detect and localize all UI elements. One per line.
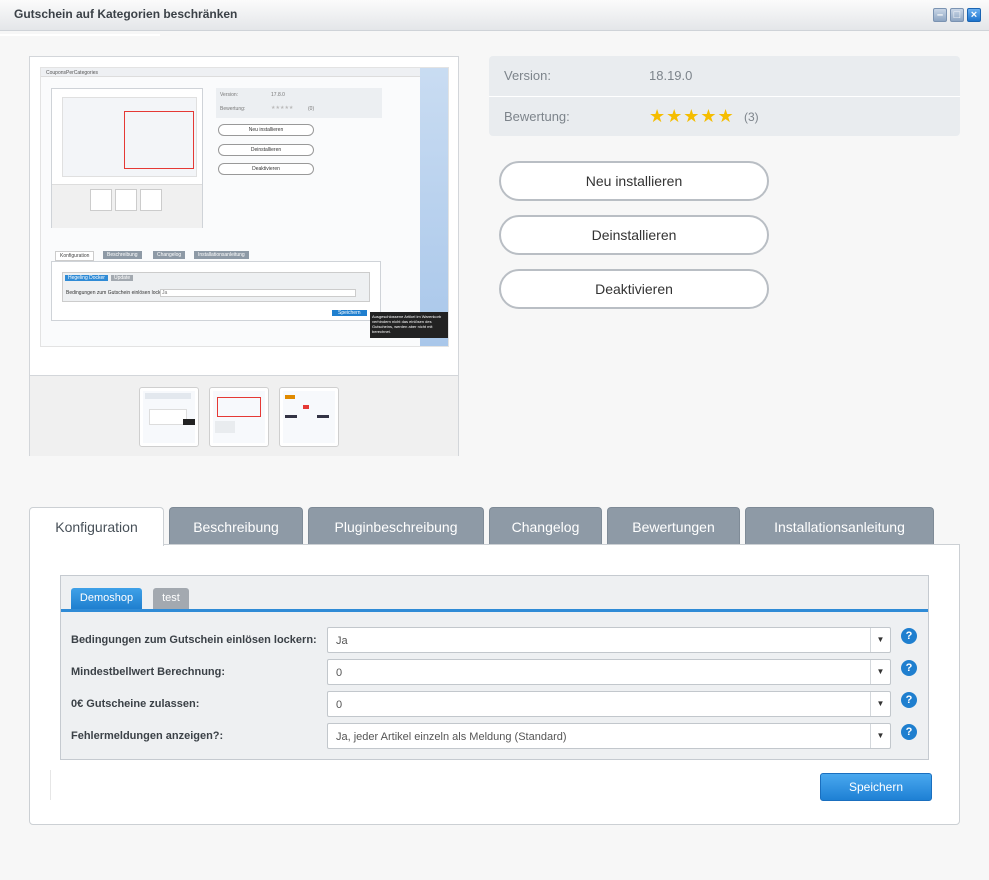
- config-row-error-messages: Fehlermeldungen anzeigen?: Ja, jeder Art…: [61, 722, 928, 754]
- plugin-info-box: Version: 18.19.0 Bewertung: ★★★★★ (3): [489, 56, 960, 136]
- chevron-down-icon[interactable]: ▼: [870, 660, 890, 684]
- rating-stars: ★★★★★: [649, 106, 735, 126]
- mini-gallery: [51, 88, 203, 228]
- config-row-zero-coupons: 0€ Gutscheine zulassen: 0 ▼ ?: [61, 690, 928, 722]
- tab-konfiguration[interactable]: Konfiguration: [29, 507, 164, 546]
- field-value: Ja, jeder Artikel einzeln als Meldung (S…: [336, 731, 567, 743]
- mini-tooltip: Ausgeschlossene Artikel im Warenkorb ver…: [370, 312, 448, 338]
- mini-deactivate: Deaktivieren: [218, 163, 314, 175]
- conditions-select[interactable]: Ja ▼: [327, 627, 891, 653]
- tab-bewertungen[interactable]: Bewertungen: [607, 507, 740, 545]
- field-label: Bedingungen zum Gutschein einlösen locke…: [71, 634, 317, 646]
- title-underline: [0, 34, 160, 36]
- chevron-down-icon[interactable]: ▼: [870, 724, 890, 748]
- chevron-down-icon[interactable]: ▼: [870, 628, 890, 652]
- save-bar-divider: [50, 770, 51, 800]
- field-label: Fehlermeldungen anzeigen?:: [71, 730, 224, 742]
- help-icon[interactable]: ?: [901, 660, 917, 676]
- mini-infobox: Version: 17.8.0 Bewertung: ★★★★★ (0): [216, 88, 382, 118]
- version-value: 18.19.0: [649, 68, 693, 83]
- window-title: Gutschein auf Kategorien beschränken: [14, 7, 238, 21]
- mini-uninstall: Deinstallieren: [218, 144, 314, 156]
- version-row: Version: 18.19.0: [489, 56, 960, 96]
- config-row-min-value: Mindestbellwert Berechnung: 0 ▼ ?: [61, 658, 928, 690]
- tab-changelog[interactable]: Changelog: [489, 507, 602, 545]
- help-icon[interactable]: ?: [901, 692, 917, 708]
- version-label: Version:: [504, 68, 551, 83]
- shop-tab-underline: [61, 609, 928, 612]
- uninstall-button[interactable]: Deinstallieren: [499, 215, 769, 255]
- field-label: Mindestbellwert Berechnung:: [71, 666, 226, 678]
- field-label: 0€ Gutscheine zulassen:: [71, 698, 200, 710]
- shop-tab-demoshop[interactable]: Demoshop: [71, 588, 142, 609]
- rating-row: Bewertung: ★★★★★ (3): [489, 96, 960, 136]
- mini-config-panel: Hegeling Docker Update Bedingungen zum G…: [51, 261, 381, 321]
- field-value: 0: [336, 667, 343, 679]
- thumbnail-2[interactable]: [209, 387, 269, 447]
- zero-coupons-select[interactable]: 0 ▼: [327, 691, 891, 717]
- thumbnail-1[interactable]: [139, 387, 199, 447]
- help-icon[interactable]: ?: [901, 724, 917, 740]
- config-panel: Demoshop test Bedingungen zum Gutschein …: [60, 575, 929, 760]
- tab-pluginbeschreibung[interactable]: Pluginbeschreibung: [308, 507, 484, 545]
- error-messages-select[interactable]: Ja, jeder Artikel einzeln als Meldung (S…: [327, 723, 891, 749]
- thumbnail-strip: [30, 375, 458, 456]
- field-value: Ja: [336, 635, 348, 647]
- thumbnail-3[interactable]: [279, 387, 339, 447]
- mini-title: CouponsPerCategories: [46, 70, 98, 76]
- reinstall-button[interactable]: Neu installieren: [499, 161, 769, 201]
- field-value: 0: [336, 699, 343, 711]
- chevron-down-icon[interactable]: ▼: [870, 692, 890, 716]
- mini-reinstall: Neu installieren: [218, 124, 314, 136]
- maximize-icon[interactable]: □: [950, 8, 964, 22]
- close-icon[interactable]: ×: [967, 8, 981, 22]
- tab-installationsanleitung[interactable]: Installationsanleitung: [745, 507, 934, 545]
- save-button[interactable]: Speichern: [820, 773, 932, 801]
- mini-titlebar: [41, 68, 448, 77]
- help-icon[interactable]: ?: [901, 628, 917, 644]
- rating-label: Bewertung:: [504, 109, 570, 124]
- main-screenshot-image[interactable]: CouponsPerCategories Version: 17.8.0 Bew…: [40, 67, 449, 347]
- minimize-icon[interactable]: –: [933, 8, 947, 22]
- deactivate-button[interactable]: Deaktivieren: [499, 269, 769, 309]
- mini-sidebar: [420, 68, 448, 346]
- tab-beschreibung[interactable]: Beschreibung: [169, 507, 303, 545]
- config-row-conditions: Bedingungen zum Gutschein einlösen locke…: [61, 626, 928, 658]
- min-value-select[interactable]: 0 ▼: [327, 659, 891, 685]
- shop-tab-test[interactable]: test: [153, 588, 189, 609]
- rating-count: (3): [744, 110, 759, 124]
- screenshot-preview: CouponsPerCategories Version: 17.8.0 Bew…: [29, 56, 459, 456]
- window-titlebar: Gutschein auf Kategorien beschränken – □…: [0, 0, 989, 31]
